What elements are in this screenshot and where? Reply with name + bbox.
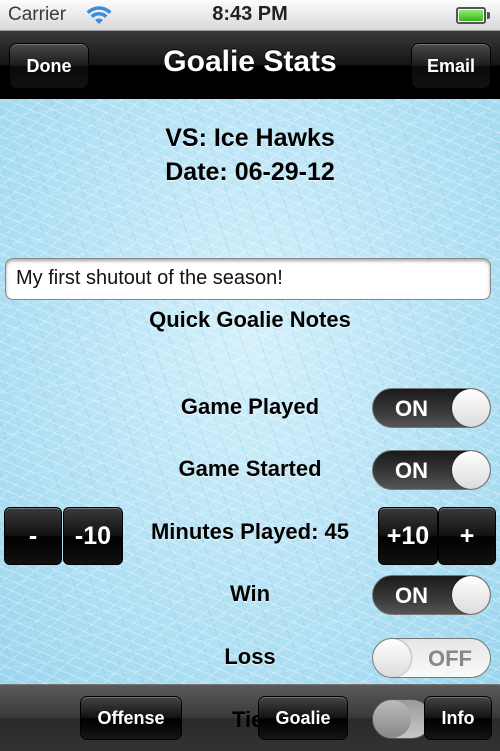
minus-one-button[interactable]: -: [4, 507, 62, 565]
game-played-label: Game Played: [180, 394, 320, 419]
game-started-label: Game Started: [178, 456, 322, 481]
game-started-toggle[interactable]: ON: [372, 450, 491, 490]
toggle-state-label: ON: [395, 458, 428, 483]
win-toggle[interactable]: ON: [372, 575, 491, 615]
game-date-label: Date: 06-29-12: [165, 158, 335, 186]
status-time: 8:43 PM: [212, 3, 288, 25]
toggle-knob: [452, 389, 490, 427]
toggle-knob: [373, 639, 411, 677]
toggle-knob: [452, 451, 490, 489]
win-label: Win: [229, 581, 271, 606]
info-button[interactable]: Info: [424, 696, 492, 740]
offense-button[interactable]: Offense: [80, 696, 182, 740]
stats-content: VS: Ice Hawks Date: 06-29-12 My first sh…: [0, 99, 500, 684]
minutes-played-label: Minutes Played: 45: [150, 519, 350, 544]
navigation-bar: Done Goalie Stats Email: [0, 31, 500, 99]
status-bar: Carrier 8:43 PM: [0, 0, 500, 31]
game-played-toggle[interactable]: ON: [372, 388, 491, 428]
quick-notes-label: Quick Goalie Notes: [149, 307, 351, 332]
toggle-state-label: ON: [395, 583, 428, 608]
loss-toggle[interactable]: OFF: [372, 638, 491, 678]
bottom-toolbar: Tie Offense Goalie Info: [0, 684, 500, 751]
plus-ten-button[interactable]: +10: [378, 507, 438, 565]
toggle-knob: [452, 576, 490, 614]
opponent-label: VS: Ice Hawks: [165, 124, 335, 152]
goalie-button[interactable]: Goalie: [258, 696, 348, 740]
quick-notes-input[interactable]: My first shutout of the season!: [5, 258, 491, 300]
email-button[interactable]: Email: [411, 43, 491, 89]
loss-label: Loss: [224, 644, 276, 669]
minus-ten-button[interactable]: -10: [63, 507, 123, 565]
battery-icon: [456, 7, 490, 24]
toggle-state-label: OFF: [428, 646, 472, 671]
tie-toggle-partial: [372, 699, 432, 739]
plus-one-button[interactable]: +: [438, 507, 496, 565]
toggle-state-label: ON: [395, 396, 428, 421]
